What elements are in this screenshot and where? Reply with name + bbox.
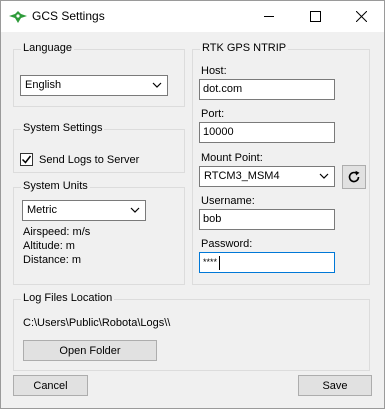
rtk-group-label: RTK GPS NTRIP xyxy=(200,42,289,54)
port-input[interactable]: 10000 xyxy=(199,122,335,143)
mount-point-label: Mount Point: xyxy=(201,152,263,164)
chevron-down-icon xyxy=(130,207,140,213)
save-button[interactable]: Save xyxy=(298,375,372,396)
password-input-value: **** xyxy=(203,257,218,267)
host-input[interactable]: dot.com xyxy=(199,79,335,100)
send-logs-checkbox[interactable] xyxy=(20,153,33,166)
units-select[interactable]: Metric xyxy=(22,200,146,221)
checkmark-icon xyxy=(21,155,32,164)
chevron-down-icon xyxy=(152,82,162,88)
open-folder-button[interactable]: Open Folder xyxy=(23,340,157,361)
refresh-icon xyxy=(348,170,360,183)
send-logs-label[interactable]: Send Logs to Server xyxy=(39,154,139,166)
system-settings-group xyxy=(13,129,185,173)
username-input[interactable]: bob xyxy=(199,209,335,230)
language-select[interactable]: English xyxy=(20,75,168,96)
maximize-icon xyxy=(309,11,321,22)
distance-units-label: Distance: m xyxy=(23,254,82,266)
altitude-units-label: Altitude: m xyxy=(23,240,75,252)
minimize-icon xyxy=(263,16,274,17)
password-input[interactable]: **** xyxy=(199,252,335,273)
text-caret xyxy=(219,256,220,270)
host-label: Host: xyxy=(201,65,227,77)
close-button[interactable] xyxy=(338,1,384,32)
host-input-value: dot.com xyxy=(203,83,243,95)
minimize-button[interactable] xyxy=(246,1,292,32)
mount-point-value: RTCM3_MSM4 xyxy=(204,170,280,182)
username-input-value: bob xyxy=(203,213,222,225)
close-icon xyxy=(355,11,367,22)
port-input-value: 10000 xyxy=(203,126,234,138)
username-label: Username: xyxy=(201,195,255,207)
cancel-button[interactable]: Cancel xyxy=(13,375,88,396)
maximize-button[interactable] xyxy=(292,1,338,32)
language-group-label: Language xyxy=(21,42,74,54)
title-bar[interactable]: GCS Settings xyxy=(1,1,384,32)
port-label: Port: xyxy=(201,108,225,120)
units-select-value: Metric xyxy=(27,204,57,216)
airspeed-units-label: Airspeed: m/s xyxy=(23,226,91,238)
refresh-mount-points-button[interactable] xyxy=(342,165,366,189)
system-units-group-label: System Units xyxy=(21,180,90,192)
log-files-path: C:\Users\Public\Robota\Logs\\ xyxy=(23,317,171,329)
mount-point-select[interactable]: RTCM3_MSM4 xyxy=(199,166,335,187)
language-select-value: English xyxy=(25,79,62,91)
log-files-group-label: Log Files Location xyxy=(21,292,115,304)
system-settings-group-label: System Settings xyxy=(21,122,105,134)
drone-icon xyxy=(9,11,27,23)
window-title: GCS Settings xyxy=(32,9,105,23)
settings-window: GCS Settings Language English System Set… xyxy=(0,0,385,409)
chevron-down-icon xyxy=(319,173,329,179)
password-label: Password: xyxy=(201,238,253,250)
